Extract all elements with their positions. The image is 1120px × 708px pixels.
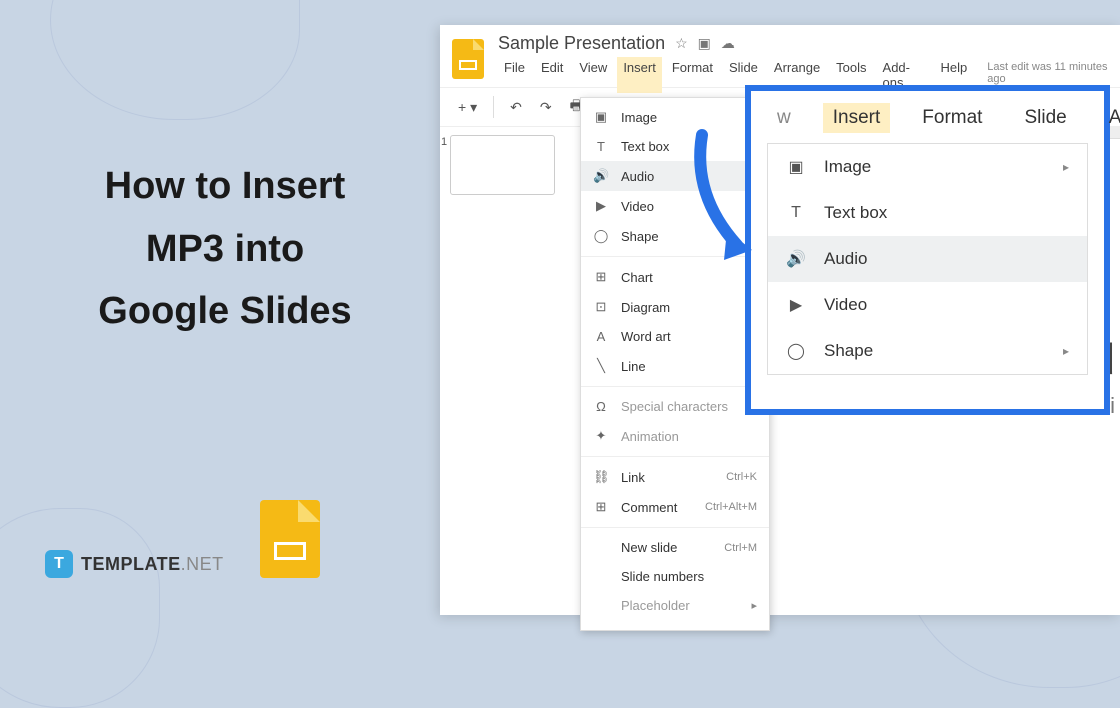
cd-audio[interactable]: 🔊Audio [768,236,1087,282]
redo-icon[interactable]: ↷ [534,95,558,120]
shortcut-text: Ctrl+K [726,471,757,483]
move-folder-icon[interactable]: ▣ [698,35,711,52]
cd-shape[interactable]: ◯Shape▸ [768,328,1087,374]
video-icon: ▶ [786,295,806,315]
callout-menu-w[interactable]: w [767,103,801,133]
bg-decor [0,508,160,708]
undo-icon[interactable]: ↶ [504,95,528,120]
dd-line[interactable]: ╲Line▸ [581,351,769,381]
line-icon: ╲ [593,358,609,374]
dd-new-slide[interactable]: New slideCtrl+M [581,533,769,562]
animation-icon: ✦ [593,428,609,444]
google-slides-window: Sample Presentation ☆ ▣ ☁ File Edit View… [440,25,1120,615]
shape-icon: ◯ [593,228,609,244]
dd-placeholder[interactable]: Placeholder▸ [581,591,769,620]
textbox-icon: T [593,139,609,154]
image-icon: ▣ [786,157,806,177]
dd-video[interactable]: ▶Video [581,191,769,221]
menu-edit[interactable]: Edit [535,57,569,93]
chevron-right-icon: ▸ [751,599,757,612]
image-icon: ▣ [593,109,609,125]
dd-slide-numbers[interactable]: Slide numbers [581,562,769,591]
dd-audio[interactable]: 🔊Audio [581,161,769,191]
callout-menu-slide[interactable]: Slide [1014,103,1076,133]
link-icon: ⛓ [593,469,609,485]
cd-video[interactable]: ▶Video [768,282,1087,328]
audio-icon: 🔊 [593,168,609,184]
shortcut-text: Ctrl+Alt+M [705,501,757,513]
callout-insert-dropdown: ▣Image▸ TText box 🔊Audio ▶Video ◯Shape▸ [767,143,1088,375]
thumb-number: 1 [441,136,447,148]
chevron-right-icon: ▸ [1063,160,1069,174]
callout-zoom-panel: w Insert Format Slide Arrange ▣Image▸ TT… [745,85,1110,415]
title-line3: Google Slides [45,280,405,343]
bg-decor [50,0,300,120]
template-net-logo: T TEMPLATE.NET [45,550,224,578]
chart-icon: ⊞ [593,269,609,285]
shortcut-text: Ctrl+M [724,542,757,554]
slides-app-icon[interactable] [452,39,484,79]
dd-comment[interactable]: ⊞CommentCtrl+Alt+M [581,492,769,522]
menu-file[interactable]: File [498,57,531,93]
dd-link[interactable]: ⛓LinkCtrl+K [581,462,769,492]
comment-icon: ⊞ [593,499,609,515]
dd-diagram[interactable]: ⊡Diagram [581,292,769,322]
chevron-right-icon: ▸ [1063,344,1069,358]
page-title: How to Insert MP3 into Google Slides [45,155,405,343]
dd-wordart[interactable]: AWord art [581,322,769,351]
document-title[interactable]: Sample Presentation [498,33,665,54]
menu-view[interactable]: View [573,57,613,93]
slide-thumbnails: 1 [450,135,570,195]
callout-menu-row: w Insert Format Slide Arrange [751,91,1104,143]
callout-menu-arrange[interactable]: Arrange [1099,103,1120,133]
title-line2: MP3 into [45,218,405,281]
video-icon: ▶ [593,198,609,214]
divider [581,527,769,528]
audio-icon: 🔊 [786,249,806,269]
cd-image[interactable]: ▣Image▸ [768,144,1087,190]
menu-format[interactable]: Format [666,57,719,93]
divider [581,256,769,257]
dd-chart[interactable]: ⊞Chart▸ [581,262,769,292]
wordart-icon: A [593,329,609,344]
template-icon: T [45,550,73,578]
new-slide-button[interactable]: + ▾ [452,95,483,120]
shape-icon: ◯ [786,341,806,361]
title-line1: How to Insert [45,155,405,218]
star-icon[interactable]: ☆ [675,35,688,52]
cloud-status-icon[interactable]: ☁ [721,35,735,52]
insert-dropdown-small: ▣Image▸ TText box 🔊Audio ▶Video ◯Shape▸ … [580,97,770,631]
callout-menu-insert[interactable]: Insert [823,103,891,133]
template-brand-text: TEMPLATE.NET [81,554,224,575]
app-header: Sample Presentation ☆ ▣ ☁ File Edit View… [440,25,1120,87]
menu-insert[interactable]: Insert [617,57,662,93]
dd-special-chars[interactable]: ΩSpecial characters [581,392,769,421]
divider [581,456,769,457]
dd-animation[interactable]: ✦Animation [581,421,769,451]
cd-textbox[interactable]: TText box [768,190,1087,236]
diagram-icon: ⊡ [593,299,609,315]
divider [493,96,494,118]
slides-logo-icon [260,500,320,578]
omega-icon: Ω [593,399,609,414]
slide-thumbnail-1[interactable]: 1 [450,135,555,195]
dd-shape[interactable]: ◯Shape▸ [581,221,769,251]
dd-textbox[interactable]: TText box [581,132,769,161]
divider [581,386,769,387]
textbox-icon: T [786,204,806,222]
callout-menu-format[interactable]: Format [912,103,992,133]
dd-image[interactable]: ▣Image▸ [581,102,769,132]
